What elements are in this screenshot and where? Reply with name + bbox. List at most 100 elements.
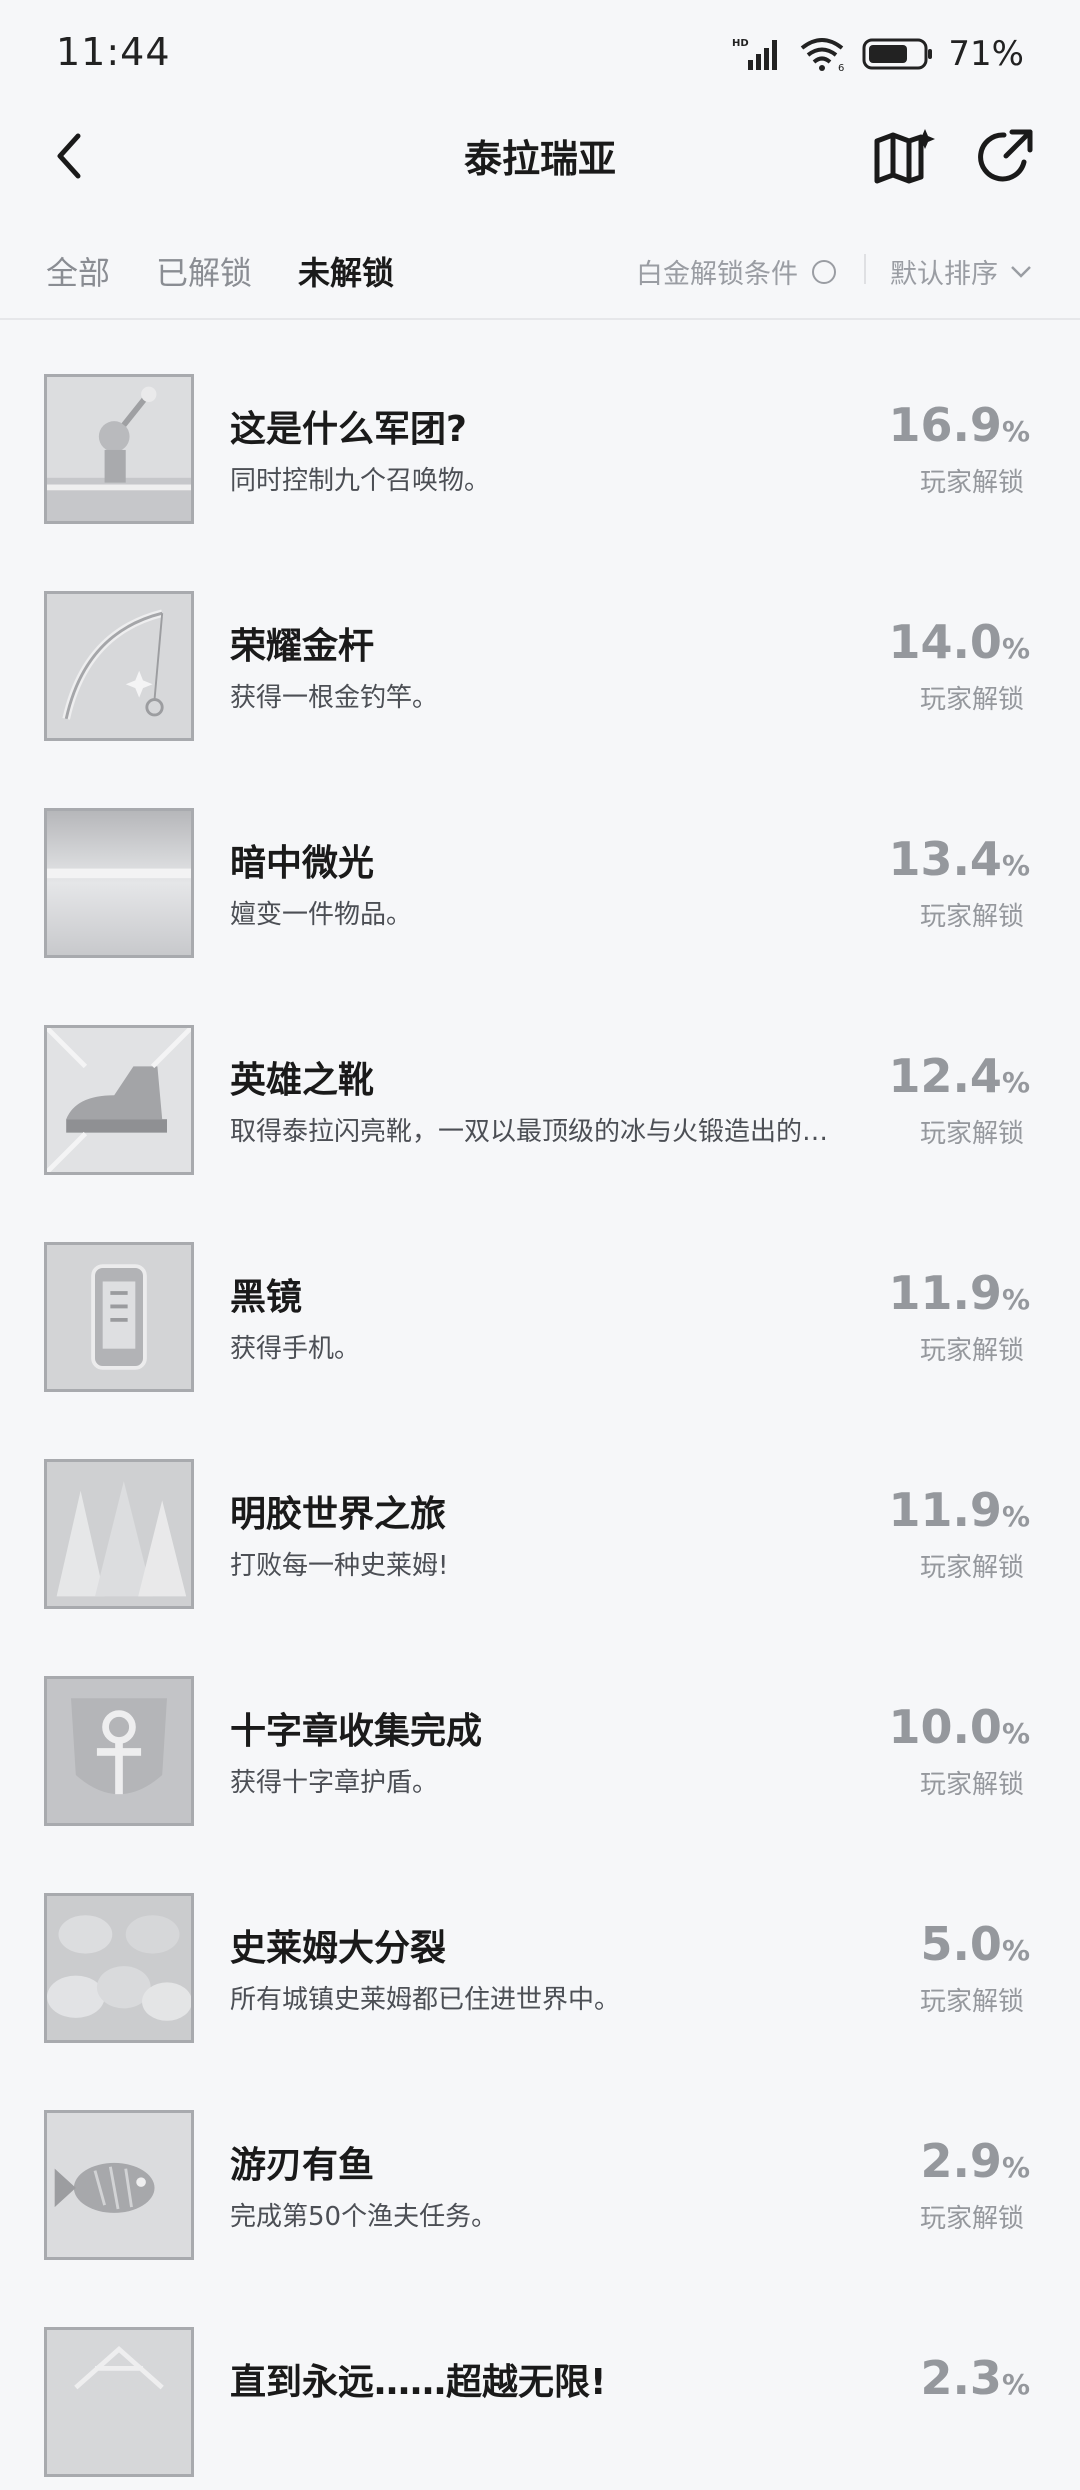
percent-unit: % [1001, 415, 1030, 448]
unlock-label: 玩家解锁 [919, 685, 1024, 715]
unlock-label: 玩家解锁 [919, 902, 1024, 932]
ankh-shield-icon [44, 1676, 194, 1826]
achievement-row[interactable]: 史莱姆大分裂 所有城镇史莱姆都已住进世界中。 5.0% 玩家解锁 [0, 1839, 1080, 2056]
status-time: 11:44 [56, 30, 171, 74]
percent-unit: % [1001, 1500, 1030, 1533]
platinum-condition-toggle[interactable]: 白金解锁条件 [636, 252, 836, 291]
achievement-name: 史莱姆大分裂 [230, 1928, 447, 1969]
percent-value: 2.9 [920, 2134, 1002, 2188]
achievement-name: 明胶世界之旅 [230, 1494, 447, 1535]
infinity-icon [44, 2327, 194, 2477]
achievement-row[interactable]: 荣耀金杆 获得一根金钓竿。 14.0% 玩家解锁 [0, 537, 1080, 754]
share-icon [978, 129, 1033, 182]
unlock-percent: 2.3% [920, 2351, 1030, 2405]
tab-unlocked[interactable]: 已解锁 [156, 248, 252, 294]
unlock-percent: 2.9% [920, 2134, 1030, 2188]
achievement-row[interactable]: 英雄之靴 取得泰拉闪亮靴，一双以最顶级的冰与火锻造出的… 12.4% 玩家解锁 [0, 971, 1080, 1188]
unlock-percent: 16.9% [888, 398, 1030, 452]
achievement-name: 英雄之靴 [230, 1060, 375, 1101]
unlock-percent: 13.4% [888, 832, 1030, 886]
svg-text:6: 6 [838, 63, 844, 72]
percent-value: 10.0 [888, 1700, 1002, 1754]
radio-circle-icon [812, 259, 836, 284]
percent-value: 12.4 [888, 1049, 1002, 1103]
battery-icon [862, 38, 933, 70]
percent-unit: % [1001, 1283, 1030, 1316]
unlock-percent: 14.0% [888, 615, 1030, 669]
percent-value: 13.4 [888, 832, 1002, 886]
town-slimes-icon [44, 1893, 194, 2043]
unlock-percent: 12.4% [888, 1049, 1030, 1103]
achievement-row[interactable]: 游刃有鱼 完成第50个渔夫任务。 2.9% 玩家解锁 [0, 2056, 1080, 2273]
sort-label: 默认排序 [890, 259, 998, 290]
achievement-row[interactable]: 暗中微光 嬗变一件物品。 13.4% 玩家解锁 [0, 754, 1080, 971]
unlock-label: 玩家解锁 [919, 2204, 1024, 2234]
achievement-desc: 嬗变一件物品。 [230, 900, 413, 930]
achievement-name: 这是什么军团? [230, 409, 467, 450]
status-bar: 11:44 HD 6 71% [0, 0, 1080, 110]
achievement-row[interactable]: 明胶世界之旅 打败每一种史莱姆! 11.9% 玩家解锁 [0, 1405, 1080, 1622]
achievement-name: 暗中微光 [230, 843, 375, 884]
unlock-percent: 5.0% [920, 1917, 1030, 1971]
percent-value: 5.0 [920, 1917, 1002, 1971]
unlock-percent: 11.9% [888, 1483, 1030, 1537]
wifi-icon: 6 [801, 38, 845, 72]
achievement-desc: 获得手机。 [230, 1334, 361, 1364]
achievement-row[interactable]: 这是什么军团? 同时控制九个召唤物。 16.9% 玩家解锁 [0, 320, 1080, 537]
battery-percent: 71% [948, 34, 1024, 74]
percent-value: 16.9 [888, 398, 1002, 452]
percent-value: 11.9 [888, 1266, 1002, 1320]
achievement-row[interactable]: 黑镜 获得手机。 11.9% 玩家解锁 [0, 1188, 1080, 1405]
filter-divider [864, 254, 866, 284]
slime-world-icon [44, 1459, 194, 1609]
unlock-label: 玩家解锁 [919, 1770, 1024, 1800]
app-header: 泰拉瑞亚 [0, 110, 1080, 200]
boots-icon [44, 1025, 194, 1175]
achievement-desc: 所有城镇史莱姆都已住进世界中。 [230, 1985, 621, 2015]
achievement-desc: 完成第50个渔夫任务。 [230, 2202, 498, 2232]
percent-value: 11.9 [888, 1483, 1002, 1537]
percent-unit: % [1001, 632, 1030, 665]
unlock-label: 玩家解锁 [919, 468, 1024, 498]
percent-unit: % [1001, 2151, 1030, 2184]
unlock-label: 玩家解锁 [919, 1336, 1024, 1366]
achievement-desc: 获得一根金钓竿。 [230, 683, 439, 713]
sort-dropdown[interactable]: 默认排序 [890, 252, 1032, 291]
share-button[interactable] [970, 122, 1040, 192]
summoner-icon [44, 374, 194, 524]
shimmer-icon [44, 808, 194, 958]
achievement-name: 游刃有鱼 [230, 2145, 375, 2186]
achievement-name: 十字章收集完成 [230, 1711, 483, 1752]
percent-unit: % [1001, 1717, 1030, 1750]
unlock-label: 玩家解锁 [919, 1119, 1024, 1149]
achievement-desc: 打败每一种史莱姆! [230, 1551, 449, 1581]
achievement-desc: 取得泰拉闪亮靴，一双以最顶级的冰与火锻造出的… [230, 1117, 829, 1147]
map-button[interactable] [870, 122, 940, 192]
svg-text:HD: HD [732, 38, 749, 49]
unlock-label: 玩家解锁 [919, 1553, 1024, 1583]
tab-locked[interactable]: 未解锁 [298, 248, 394, 294]
percent-unit: % [1001, 1066, 1030, 1099]
map-sparkle-icon [874, 129, 935, 184]
tab-all[interactable]: 全部 [46, 248, 110, 294]
percent-value: 14.0 [888, 615, 1002, 669]
percent-unit: % [1001, 849, 1030, 882]
signal-icon: HD [732, 38, 778, 70]
filter-bar: 全部 已解锁 未解锁 白金解锁条件 默认排序 [0, 230, 1080, 320]
fish-icon [44, 2110, 194, 2260]
status-icons: HD 6 71% [732, 34, 1024, 74]
unlock-label: 玩家解锁 [919, 1987, 1024, 2017]
percent-value: 2.3 [920, 2351, 1002, 2405]
achievement-row[interactable]: 直到永远……超越无限! 2.3% [0, 2273, 1080, 2490]
achievement-name: 直到永远……超越无限! [230, 2362, 607, 2403]
chevron-down-icon [1011, 265, 1031, 278]
golden-rod-icon [44, 591, 194, 741]
achievement-desc: 同时控制九个召唤物。 [230, 466, 491, 496]
percent-unit: % [1001, 2368, 1030, 2401]
percent-unit: % [1001, 1934, 1030, 1967]
achievement-row[interactable]: 十字章收集完成 获得十字章护盾。 10.0% 玩家解锁 [0, 1622, 1080, 1839]
unlock-percent: 10.0% [888, 1700, 1030, 1754]
phone-icon [44, 1242, 194, 1392]
unlock-percent: 11.9% [888, 1266, 1030, 1320]
achievement-name: 荣耀金杆 [230, 626, 375, 667]
